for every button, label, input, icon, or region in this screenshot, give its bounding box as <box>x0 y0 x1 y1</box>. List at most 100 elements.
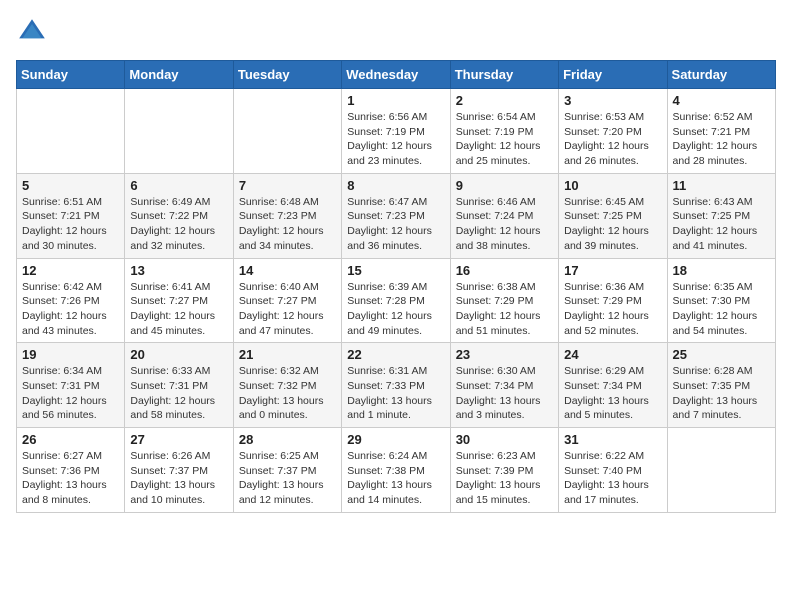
calendar-cell: 26 Sunrise: 6:27 AMSunset: 7:36 PMDayligh… <box>17 428 125 513</box>
day-info: Sunrise: 6:24 AMSunset: 7:38 PMDaylight:… <box>347 449 444 508</box>
calendar-cell: 3 Sunrise: 6:53 AMSunset: 7:20 PMDaylight… <box>559 89 667 174</box>
day-header-tuesday: Tuesday <box>233 61 341 89</box>
day-info: Sunrise: 6:52 AMSunset: 7:21 PMDaylight:… <box>673 110 770 169</box>
calendar-week-row: 19Sunrise: 6:34 AMSunset: 7:31 PMDayligh… <box>17 343 776 428</box>
day-number: 24 <box>564 347 661 362</box>
day-number: 6 <box>130 178 227 193</box>
calendar-cell: 4 Sunrise: 6:52 AMSunset: 7:21 PMDaylight… <box>667 89 775 174</box>
calendar-cell: 16Sunrise: 6:38 AMSunset: 7:29 PMDayligh… <box>450 258 558 343</box>
day-info: Sunrise: 6:34 AMSunset: 7:31 PMDaylight:… <box>22 364 119 423</box>
day-info: Sunrise: 6:28 AMSunset: 7:35 PMDaylight:… <box>673 364 770 423</box>
day-info: Sunrise: 6:48 AMSunset: 7:23 PMDaylight:… <box>239 195 336 254</box>
day-info: Sunrise: 6:25 AMSunset: 7:37 PMDaylight:… <box>239 449 336 508</box>
calendar-week-row: 1 Sunrise: 6:56 AMSunset: 7:19 PMDaylight… <box>17 89 776 174</box>
calendar-cell: 29Sunrise: 6:24 AMSunset: 7:38 PMDayligh… <box>342 428 450 513</box>
logo <box>16 16 52 48</box>
day-number: 28 <box>239 432 336 447</box>
day-number: 26 <box>22 432 119 447</box>
day-number: 13 <box>130 263 227 278</box>
day-info: Sunrise: 6:29 AMSunset: 7:34 PMDaylight:… <box>564 364 661 423</box>
day-info: Sunrise: 6:56 AMSunset: 7:19 PMDaylight:… <box>347 110 444 169</box>
day-number: 23 <box>456 347 553 362</box>
day-number: 11 <box>673 178 770 193</box>
calendar-cell: 15Sunrise: 6:39 AMSunset: 7:28 PMDayligh… <box>342 258 450 343</box>
day-header-monday: Monday <box>125 61 233 89</box>
calendar-cell: 10 Sunrise: 6:45 AMSunset: 7:25 PMDayligh… <box>559 173 667 258</box>
day-info: Sunrise: 6:38 AMSunset: 7:29 PMDaylight:… <box>456 280 553 339</box>
calendar-cell: 12Sunrise: 6:42 AMSunset: 7:26 PMDayligh… <box>17 258 125 343</box>
day-number: 10 <box>564 178 661 193</box>
day-info: Sunrise: 6:23 AMSunset: 7:39 PMDaylight:… <box>456 449 553 508</box>
calendar-cell: 27 Sunrise: 6:26 AMSunset: 7:37 PMDayligh… <box>125 428 233 513</box>
day-header-friday: Friday <box>559 61 667 89</box>
day-info: Sunrise: 6:53 AMSunset: 7:20 PMDaylight:… <box>564 110 661 169</box>
day-number: 4 <box>673 93 770 108</box>
calendar-cell: 6Sunrise: 6:49 AMSunset: 7:22 PMDaylight… <box>125 173 233 258</box>
day-info: Sunrise: 6:22 AMSunset: 7:40 PMDaylight:… <box>564 449 661 508</box>
day-header-saturday: Saturday <box>667 61 775 89</box>
day-number: 2 <box>456 93 553 108</box>
day-number: 14 <box>239 263 336 278</box>
calendar-cell: 13 Sunrise: 6:41 AMSunset: 7:27 PMDayligh… <box>125 258 233 343</box>
day-number: 1 <box>347 93 444 108</box>
day-info: Sunrise: 6:40 AMSunset: 7:27 PMDaylight:… <box>239 280 336 339</box>
day-number: 21 <box>239 347 336 362</box>
calendar-cell: 7Sunrise: 6:48 AMSunset: 7:23 PMDaylight… <box>233 173 341 258</box>
day-info: Sunrise: 6:36 AMSunset: 7:29 PMDaylight:… <box>564 280 661 339</box>
calendar-cell: 8 Sunrise: 6:47 AMSunset: 7:23 PMDaylight… <box>342 173 450 258</box>
day-info: Sunrise: 6:43 AMSunset: 7:25 PMDaylight:… <box>673 195 770 254</box>
day-info: Sunrise: 6:26 AMSunset: 7:37 PMDaylight:… <box>130 449 227 508</box>
calendar-table: SundayMondayTuesdayWednesdayThursdayFrid… <box>16 60 776 513</box>
calendar-cell: 25 Sunrise: 6:28 AMSunset: 7:35 PMDayligh… <box>667 343 775 428</box>
calendar-cell <box>233 89 341 174</box>
calendar-cell: 23 Sunrise: 6:30 AMSunset: 7:34 PMDayligh… <box>450 343 558 428</box>
day-number: 9 <box>456 178 553 193</box>
day-info: Sunrise: 6:42 AMSunset: 7:26 PMDaylight:… <box>22 280 119 339</box>
calendar-cell: 2 Sunrise: 6:54 AMSunset: 7:19 PMDaylight… <box>450 89 558 174</box>
calendar-cell: 28 Sunrise: 6:25 AMSunset: 7:37 PMDayligh… <box>233 428 341 513</box>
day-number: 17 <box>564 263 661 278</box>
day-number: 30 <box>456 432 553 447</box>
calendar-cell: 30 Sunrise: 6:23 AMSunset: 7:39 PMDayligh… <box>450 428 558 513</box>
day-info: Sunrise: 6:32 AMSunset: 7:32 PMDaylight:… <box>239 364 336 423</box>
calendar-cell <box>125 89 233 174</box>
calendar-cell: 9Sunrise: 6:46 AMSunset: 7:24 PMDaylight… <box>450 173 558 258</box>
day-number: 18 <box>673 263 770 278</box>
day-number: 27 <box>130 432 227 447</box>
calendar-cell: 1 Sunrise: 6:56 AMSunset: 7:19 PMDaylight… <box>342 89 450 174</box>
header-row: SundayMondayTuesdayWednesdayThursdayFrid… <box>17 61 776 89</box>
day-info: Sunrise: 6:39 AMSunset: 7:28 PMDaylight:… <box>347 280 444 339</box>
calendar-cell: 5 Sunrise: 6:51 AMSunset: 7:21 PMDaylight… <box>17 173 125 258</box>
page-header <box>16 16 776 48</box>
day-number: 5 <box>22 178 119 193</box>
day-number: 8 <box>347 178 444 193</box>
day-info: Sunrise: 6:47 AMSunset: 7:23 PMDaylight:… <box>347 195 444 254</box>
calendar-cell: 19Sunrise: 6:34 AMSunset: 7:31 PMDayligh… <box>17 343 125 428</box>
calendar-cell: 24 Sunrise: 6:29 AMSunset: 7:34 PMDayligh… <box>559 343 667 428</box>
calendar-cell: 17 Sunrise: 6:36 AMSunset: 7:29 PMDayligh… <box>559 258 667 343</box>
calendar-cell <box>17 89 125 174</box>
day-number: 25 <box>673 347 770 362</box>
calendar-cell: 11 Sunrise: 6:43 AMSunset: 7:25 PMDayligh… <box>667 173 775 258</box>
calendar-cell <box>667 428 775 513</box>
day-info: Sunrise: 6:31 AMSunset: 7:33 PMDaylight:… <box>347 364 444 423</box>
day-info: Sunrise: 6:35 AMSunset: 7:30 PMDaylight:… <box>673 280 770 339</box>
day-info: Sunrise: 6:30 AMSunset: 7:34 PMDaylight:… <box>456 364 553 423</box>
calendar-week-row: 12Sunrise: 6:42 AMSunset: 7:26 PMDayligh… <box>17 258 776 343</box>
day-info: Sunrise: 6:33 AMSunset: 7:31 PMDaylight:… <box>130 364 227 423</box>
day-number: 3 <box>564 93 661 108</box>
day-number: 31 <box>564 432 661 447</box>
day-info: Sunrise: 6:27 AMSunset: 7:36 PMDaylight:… <box>22 449 119 508</box>
calendar-week-row: 5 Sunrise: 6:51 AMSunset: 7:21 PMDaylight… <box>17 173 776 258</box>
calendar-cell: 22 Sunrise: 6:31 AMSunset: 7:33 PMDayligh… <box>342 343 450 428</box>
day-info: Sunrise: 6:45 AMSunset: 7:25 PMDaylight:… <box>564 195 661 254</box>
day-number: 22 <box>347 347 444 362</box>
day-header-sunday: Sunday <box>17 61 125 89</box>
day-header-thursday: Thursday <box>450 61 558 89</box>
calendar-cell: 31 Sunrise: 6:22 AMSunset: 7:40 PMDayligh… <box>559 428 667 513</box>
calendar-cell: 20 Sunrise: 6:33 AMSunset: 7:31 PMDayligh… <box>125 343 233 428</box>
day-info: Sunrise: 6:41 AMSunset: 7:27 PMDaylight:… <box>130 280 227 339</box>
day-info: Sunrise: 6:51 AMSunset: 7:21 PMDaylight:… <box>22 195 119 254</box>
day-number: 20 <box>130 347 227 362</box>
day-info: Sunrise: 6:54 AMSunset: 7:19 PMDaylight:… <box>456 110 553 169</box>
